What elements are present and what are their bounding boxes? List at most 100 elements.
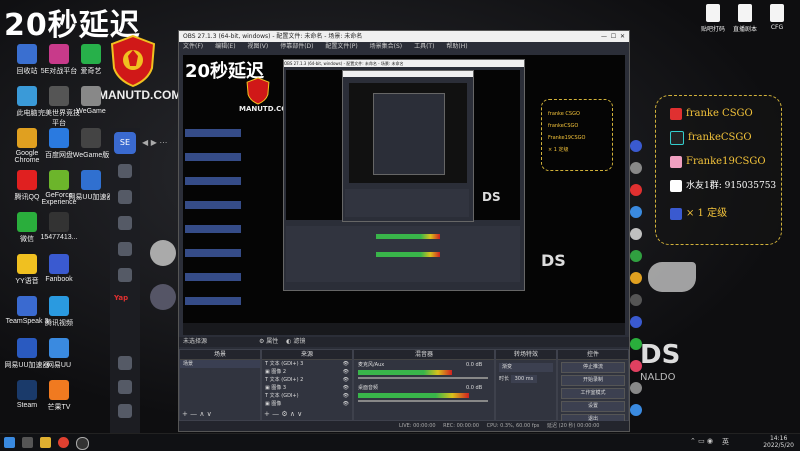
tray-app-icon[interactable] xyxy=(630,250,642,262)
windows-start-icon[interactable] xyxy=(4,437,15,448)
menu-scene-collection[interactable]: 场景集合(S) xyxy=(370,43,403,50)
properties-button[interactable]: ⚙ 属性 xyxy=(259,338,278,345)
obs-title-bar[interactable]: OBS 27.1.3 (64-bit, windows) - 配置文件: 未命名… xyxy=(179,31,629,42)
wifi-icon[interactable] xyxy=(118,268,132,282)
window-controls[interactable]: — ☐ ✕ xyxy=(601,31,625,42)
mixer-track-name: 桌面音频 xyxy=(358,385,379,391)
app-icon xyxy=(49,380,69,400)
tray-app-icon[interactable] xyxy=(630,140,642,152)
shield-icon[interactable] xyxy=(118,190,132,204)
volume-slider[interactable] xyxy=(358,377,488,379)
source-item[interactable]: ▣ 图像 2 👁 xyxy=(262,368,352,376)
transition-select[interactable]: 渐变 xyxy=(499,363,553,372)
source-item[interactable]: T 文本 (GDI+) 👁 xyxy=(262,392,352,400)
app-icon xyxy=(49,254,69,274)
desktop-icon[interactable]: 网易UU xyxy=(36,338,82,382)
source-controls[interactable]: + — ⚙ ∧ ∨ xyxy=(264,410,302,418)
scene-controls[interactable]: + — ∧ ∨ xyxy=(182,410,212,418)
visibility-eye-icon[interactable]: 👁 xyxy=(343,360,349,368)
duration-input[interactable]: 300 ms xyxy=(510,375,538,383)
visibility-eye-icon[interactable]: 👁 xyxy=(343,392,349,400)
visibility-eye-icon[interactable]: 👁 xyxy=(343,384,349,392)
source-item[interactable]: ▣ 图像 3 👁 xyxy=(262,384,352,392)
tray-app-icon[interactable] xyxy=(630,272,642,284)
task-view-icon[interactable] xyxy=(22,437,33,448)
app-icon xyxy=(49,212,69,232)
nested-audio-meter xyxy=(376,252,440,257)
tray-app-icon[interactable] xyxy=(630,228,642,240)
desktop-icon[interactable]: WeGame版 xyxy=(68,128,114,172)
menu-docks[interactable]: 停靠部件(D) xyxy=(280,43,313,50)
preview-desktop-icons xyxy=(185,119,241,319)
tray-app-icon[interactable] xyxy=(630,206,642,218)
menu-tools[interactable]: 工具(T) xyxy=(414,43,434,50)
start-recording-button[interactable]: 开始录制 xyxy=(561,375,625,386)
preview-taskbar xyxy=(183,323,625,335)
tray-app-icon[interactable] xyxy=(630,162,642,174)
studio-mode-button[interactable]: 工作室模式 xyxy=(561,388,625,399)
swords-icon[interactable] xyxy=(118,216,132,230)
menu-edit[interactable]: 编辑(E) xyxy=(215,43,235,50)
desktop-icon-label: 网易UU xyxy=(46,362,72,369)
system-tray-icons[interactable]: ⌃ ▭ ◉ xyxy=(690,437,713,445)
menu-profile[interactable]: 配置文件(P) xyxy=(325,43,357,50)
tray-app-icon[interactable] xyxy=(630,404,642,416)
live-status: LIVE: 00:00:00 xyxy=(399,423,436,429)
desktop-icon[interactable]: Fanbook xyxy=(36,254,82,298)
volume-slider[interactable] xyxy=(358,400,488,402)
tray-app-icon[interactable] xyxy=(630,184,642,196)
filters-button[interactable]: ◐ 滤镜 xyxy=(286,338,305,345)
tray-app-icon[interactable] xyxy=(630,382,642,394)
source-item[interactable]: T 文本 (GDI+) 3 👁 xyxy=(262,360,352,368)
obs-preview-canvas[interactable]: 20秒延迟 MANUTD.COM OBS 27.1.3 (64-bit, win… xyxy=(183,55,625,335)
file-explorer-icon[interactable] xyxy=(40,437,51,448)
desktop-icon[interactable]: 腾讯视频 xyxy=(36,296,82,340)
tray-app-icon[interactable] xyxy=(630,294,642,306)
desktop-file-icon[interactable]: CFG xyxy=(760,4,794,44)
visibility-eye-icon[interactable]: 👁 xyxy=(343,376,349,384)
user-icon[interactable] xyxy=(118,356,132,370)
desktop-icon[interactable]: 爱奇艺 xyxy=(68,44,114,88)
desktop-icon[interactable]: WeGame xyxy=(68,86,114,130)
visibility-eye-icon[interactable]: 👁 xyxy=(343,400,349,408)
se-logo-icon[interactable]: SE xyxy=(114,132,136,154)
history-icon[interactable] xyxy=(118,380,132,394)
gear-icon[interactable] xyxy=(118,404,132,418)
logo-fragment: DS xyxy=(482,190,501,204)
scene-item[interactable]: 场景 xyxy=(180,360,260,368)
taskbar-clock[interactable]: 14:16 2022/5/20 xyxy=(763,435,794,449)
rocket-icon xyxy=(670,207,682,220)
stop-streaming-button[interactable]: 停止推流 xyxy=(561,362,625,373)
delay-status: 延迟 (20 秒) 00:00:00 xyxy=(546,423,600,429)
source-item[interactable]: T 文本 (GDI+) 2 👁 xyxy=(262,376,352,384)
source-label: 图像 3 xyxy=(271,385,287,391)
desktop-icon-label: Steam xyxy=(16,402,38,409)
ime-indicator[interactable]: 英 xyxy=(722,437,729,447)
nested-audio-meter xyxy=(376,234,440,239)
desktop-icon-label: 爱奇艺 xyxy=(80,68,102,75)
tray-app-icon[interactable] xyxy=(630,316,642,328)
app-icon xyxy=(49,44,69,64)
trophy-icon[interactable] xyxy=(118,242,132,256)
desktop-icon[interactable]: 15477413... xyxy=(36,212,82,256)
visibility-eye-icon[interactable]: 👁 xyxy=(343,368,349,376)
obs-window[interactable]: OBS 27.1.3 (64-bit, windows) - 配置文件: 未命名… xyxy=(178,30,630,432)
menu-help[interactable]: 帮助(H) xyxy=(446,43,467,50)
nested-obs-window-deeper xyxy=(373,93,445,175)
desktop-file-icon[interactable]: 直播剧本 xyxy=(728,4,762,44)
controls-header: 控件 xyxy=(558,350,628,360)
menu-view[interactable]: 视图(V) xyxy=(247,43,268,50)
mixer-track-name: 麦克风/Aux xyxy=(358,362,385,368)
menu-file[interactable]: 文件(F) xyxy=(183,43,203,50)
desktop-file-icon[interactable]: 贴吧打码 xyxy=(696,4,730,44)
source-item[interactable]: ▣ 图像 👁 xyxy=(262,400,352,408)
obs-taskbar-icon[interactable] xyxy=(76,437,89,450)
settings-button[interactable]: 设置 xyxy=(561,401,625,412)
scenes-header: 场景 xyxy=(180,350,260,360)
desktop-icon[interactable]: 网易UU加速器 xyxy=(68,170,114,214)
desktop-icon-label: 芒果TV xyxy=(47,404,71,411)
nested-preview: DS xyxy=(286,70,520,222)
desktop-icon[interactable]: 芒果TV xyxy=(36,380,82,424)
home-icon[interactable] xyxy=(118,164,132,178)
chrome-icon[interactable] xyxy=(58,437,69,448)
